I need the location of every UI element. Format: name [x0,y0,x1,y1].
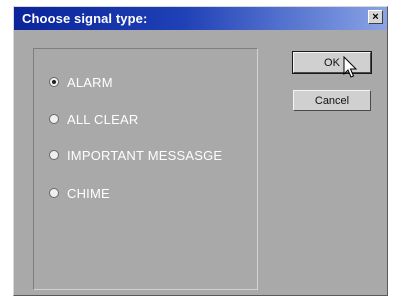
radio-button-checked-icon[interactable] [49,77,59,87]
signal-type-dialog: Choose signal type: × ALARM ALL CLEAR IM… [13,6,388,296]
ok-button[interactable]: OK [292,51,372,74]
radio-option-chime[interactable]: CHIME [49,184,110,202]
radio-option-important-message[interactable]: IMPORTANT MESSASGE [49,146,222,164]
radio-label: ALARM [67,74,113,90]
signal-options-group: ALARM ALL CLEAR IMPORTANT MESSASGE CHIME [33,48,258,290]
cancel-button[interactable]: Cancel [293,90,371,111]
radio-button-icon[interactable] [49,114,59,124]
radio-label: IMPORTANT MESSASGE [67,147,223,163]
radio-label: CHIME [67,185,110,201]
radio-button-icon[interactable] [49,150,59,160]
radio-option-all-clear[interactable]: ALL CLEAR [49,110,138,128]
arrow-pointer-icon [343,56,358,78]
radio-label: ALL CLEAR [67,111,139,127]
dialog-title: Choose signal type: [22,11,148,26]
title-bar[interactable]: Choose signal type: × [14,7,387,30]
radio-option-alarm[interactable]: ALARM [49,73,113,91]
radio-button-icon[interactable] [49,188,59,198]
close-icon[interactable]: × [368,10,383,24]
